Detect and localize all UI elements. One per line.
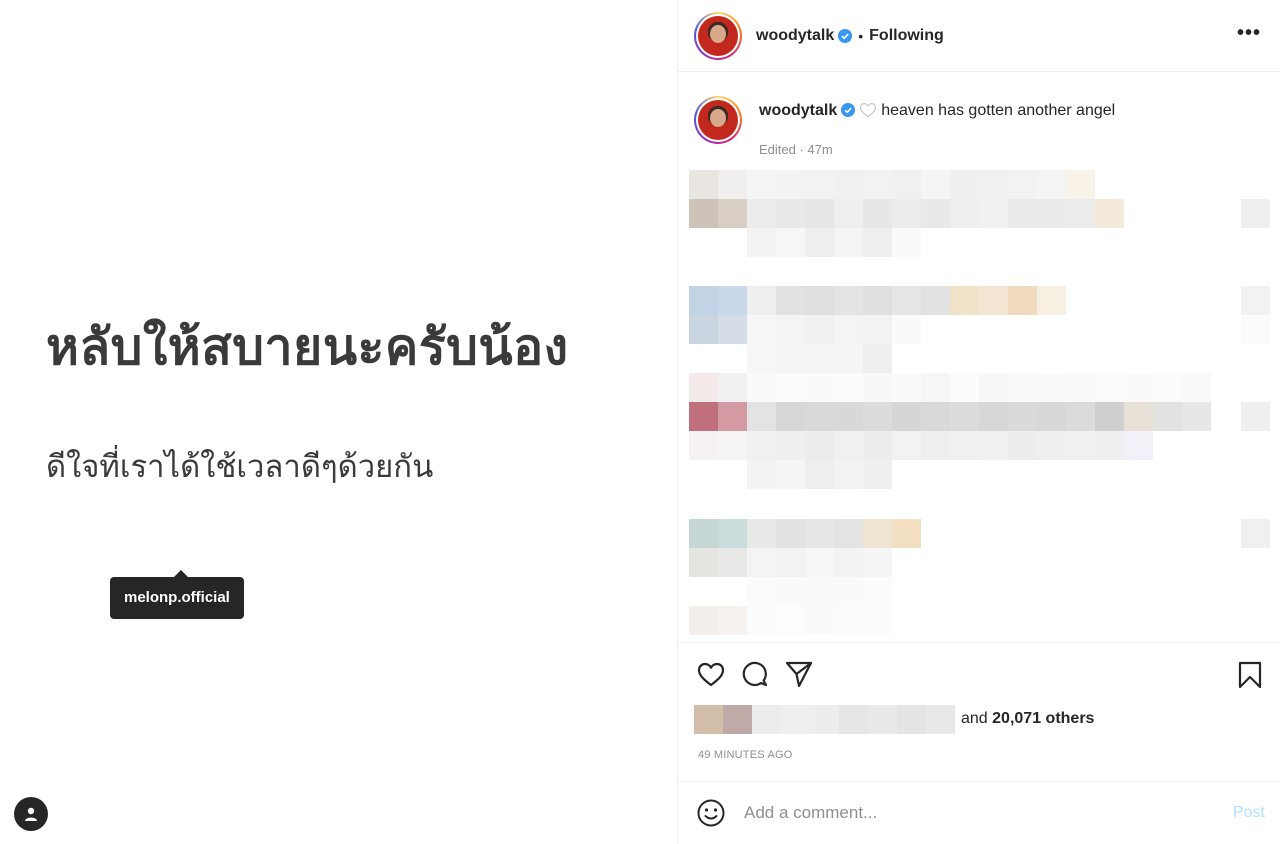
- post-timestamp[interactable]: 49 MINUTES AGO: [698, 749, 793, 761]
- caption-meta: Edited · 47m: [759, 142, 833, 157]
- separator-dot: •: [858, 27, 864, 44]
- save-bookmark-icon[interactable]: [1237, 661, 1263, 689]
- caption-author-avatar[interactable]: [694, 96, 742, 144]
- likes-summary[interactable]: and 20,071 others: [694, 704, 1094, 734]
- redacted-likers: [694, 704, 955, 734]
- comment-form: Post: [678, 781, 1280, 844]
- white-heart-emoji-icon: [860, 102, 877, 118]
- comment-input[interactable]: [744, 803, 1204, 823]
- person-icon: [25, 807, 37, 821]
- caption-username-link[interactable]: woodytalk: [759, 102, 837, 119]
- image-headline-text: หลับให้สบายนะครับน้อง: [46, 318, 569, 376]
- likes-prefix: and: [961, 710, 988, 727]
- emoji-smiley-icon[interactable]: [696, 798, 726, 828]
- following-button[interactable]: Following: [869, 27, 944, 45]
- caption-text-row: woodytalk heaven has gotten another ange…: [759, 102, 1115, 120]
- caption-verified-badge-icon: [841, 103, 856, 117]
- like-heart-icon[interactable]: [696, 659, 726, 689]
- more-options-icon[interactable]: •••: [1237, 22, 1261, 45]
- post-image[interactable]: หลับให้สบายนะครับน้อง ดีใจที่เราได้ใช้เว…: [0, 0, 677, 844]
- image-subline-text: ดีใจที่เราได้ใช้เวลาดีๆด้วยกัน: [46, 449, 434, 485]
- post-sidebar: woodytalk • Following ••• woodytalk heav…: [677, 0, 1280, 844]
- likes-count: and 20,071 others: [961, 710, 1094, 728]
- author-avatar[interactable]: [694, 11, 742, 60]
- user-tag-label[interactable]: melonp.official: [110, 570, 244, 619]
- author-username-link[interactable]: woodytalk: [756, 27, 834, 45]
- caption-body: heaven has gotten another angel: [881, 102, 1116, 119]
- comment-bubble-icon[interactable]: [740, 659, 770, 689]
- post-comment-button[interactable]: Post: [1233, 804, 1265, 822]
- likes-others-link[interactable]: 20,071 others: [992, 710, 1094, 727]
- post-actions: and 20,071 others 49 MINUTES AGO: [678, 642, 1280, 782]
- user-tags-button[interactable]: [14, 797, 48, 831]
- post-header: woodytalk • Following •••: [678, 0, 1280, 72]
- share-paper-plane-icon[interactable]: [784, 659, 814, 689]
- verified-badge-icon: [838, 28, 853, 43]
